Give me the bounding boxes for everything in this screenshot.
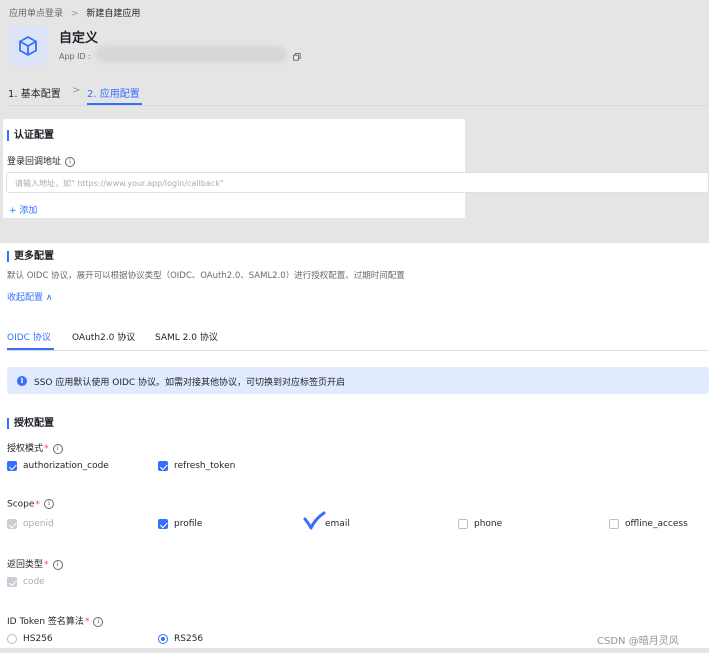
radio-rs256[interactable]: RS256 [158, 634, 203, 645]
checkbox-phone[interactable]: phone [458, 519, 502, 530]
grant-mode-label: 授权模式* i [7, 441, 63, 454]
required-mark: * [44, 560, 49, 570]
protocol-alert: i SSO 应用默认使用 OIDC 协议。如需对接其他协议，可切换到对应标签页开… [7, 367, 709, 394]
bottom-overlay-strip [0, 648, 709, 653]
id-token-alg-label: ID Token 签名算法* i [7, 614, 104, 627]
collapse-config-button[interactable]: 收起配置 ∧ [7, 290, 52, 303]
response-type-label: 返回类型* i [7, 557, 63, 570]
app-icon [8, 26, 48, 66]
app-id-label: App ID : [59, 52, 91, 61]
breadcrumb: 应用单点登录 > 新建自建应用 [9, 6, 140, 19]
section-accent-bar [7, 250, 9, 262]
info-filled-icon: i [17, 376, 27, 386]
callback-input-placeholder: 请输入地址，如" https://www.your.app/login/call… [15, 179, 224, 188]
info-icon[interactable]: i [52, 559, 63, 570]
breadcrumb-current: 新建自建应用 [86, 9, 141, 19]
checkbox-icon[interactable] [458, 519, 468, 529]
tab-oidc[interactable]: OIDC 协议 [7, 330, 51, 343]
tabs-divider [7, 350, 709, 351]
tab-oauth2[interactable]: OAuth2.0 协议 [72, 330, 135, 343]
step-app-config[interactable]: 2. 应用配置 [87, 85, 140, 100]
watermark: CSDN @暗月灵风 [597, 636, 679, 647]
app-id-value-blurred [95, 46, 287, 62]
authorization-title: 授权配置 [7, 414, 54, 429]
info-icon[interactable]: i [43, 499, 54, 509]
checkbox-icon [7, 519, 17, 529]
radio-icon[interactable] [7, 634, 17, 644]
copy-icon[interactable] [293, 53, 301, 61]
scope-label: Scope* i [7, 499, 54, 510]
hand-drawn-check-icon[interactable] [302, 511, 326, 531]
checkbox-icon[interactable] [158, 461, 168, 471]
more-config-title: 更多配置 [7, 247, 54, 262]
checkbox-email[interactable]: email [303, 511, 350, 530]
checkbox-code: code [7, 577, 45, 588]
checkbox-refresh-token[interactable]: refresh_token [158, 461, 235, 472]
checkbox-icon[interactable] [609, 519, 619, 529]
required-mark: * [84, 617, 90, 627]
auth-config-title: 认证配置 [7, 126, 54, 141]
more-config-description: 默认 OIDC 协议，展开可以根据协议类型（OIDC、OAuth2.0、SAML… [7, 271, 405, 281]
checkbox-openid: openid [7, 519, 54, 530]
checkbox-profile[interactable]: profile [158, 519, 202, 530]
checkbox-icon[interactable] [158, 519, 168, 529]
step-basic[interactable]: 1. 基本配置 [8, 85, 61, 100]
add-callback-button[interactable]: + 添加 [9, 203, 37, 216]
breadcrumb-separator: > [70, 9, 79, 19]
breadcrumb-parent[interactable]: 应用单点登录 [9, 9, 63, 19]
alert-text: SSO 应用默认使用 OIDC 协议。如需对接其他协议，可切换到对应标签页开启 [34, 378, 346, 388]
callback-label: 登录回调地址 i [7, 154, 76, 167]
radio-icon[interactable] [158, 634, 168, 644]
callback-input[interactable]: 请输入地址，如" https://www.your.app/login/call… [6, 172, 709, 193]
info-icon[interactable]: i [93, 616, 104, 627]
radio-hs256[interactable]: HS256 [7, 634, 53, 645]
checkbox-icon [7, 577, 17, 587]
app-name: 自定义 [59, 31, 99, 46]
left-overlay-strip [0, 119, 3, 218]
required-mark: * [44, 444, 49, 454]
info-icon[interactable]: i [65, 156, 76, 167]
section-accent-bar [7, 129, 9, 141]
steps-divider [8, 105, 709, 106]
checkbox-offline-access[interactable]: offline_access [609, 519, 688, 530]
tab-saml2[interactable]: SAML 2.0 协议 [155, 330, 218, 343]
info-icon[interactable]: i [52, 443, 63, 454]
checkbox-authorization-code[interactable]: authorization_code [7, 461, 109, 472]
step-separator: > [72, 85, 81, 96]
required-mark: * [35, 499, 40, 510]
cube-icon [19, 36, 37, 56]
section-accent-bar [7, 417, 9, 429]
checkbox-icon[interactable] [7, 461, 17, 471]
band-overlay [0, 218, 465, 243]
